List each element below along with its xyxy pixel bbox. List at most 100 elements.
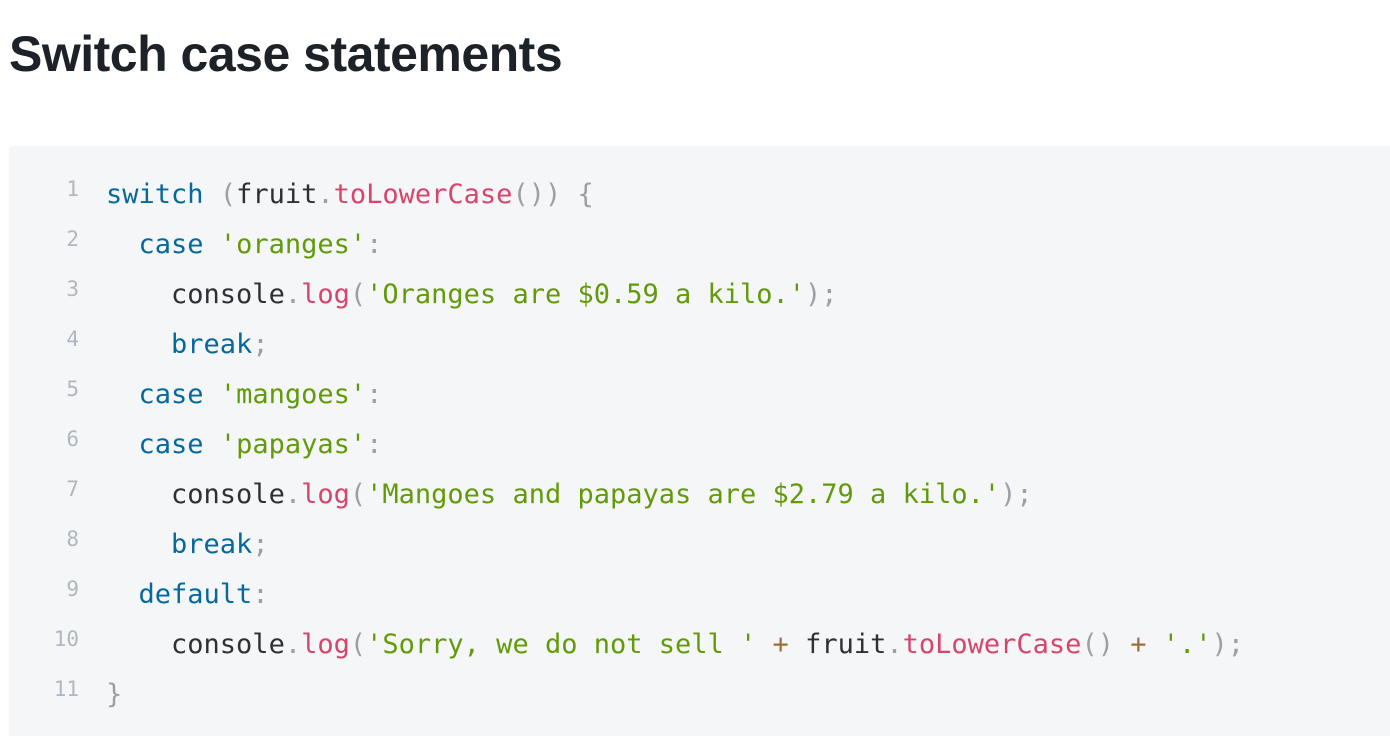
line-code: case 'oranges': [106, 220, 383, 270]
code-line: 1 switch (fruit.toLowerCase()) { [9, 170, 1390, 220]
code-token-punct: : [366, 429, 383, 460]
code-token-func: log [301, 479, 350, 510]
line-code: console.log('Sorry, we do not sell ' + f… [106, 620, 1244, 670]
code-token-keyword: case [138, 229, 204, 260]
line-number: 10 [53, 627, 79, 651]
code-token-punct: ( [349, 629, 367, 660]
line-number: 3 [66, 277, 79, 301]
line-number: 1 [66, 177, 79, 201]
line-number: 2 [66, 227, 79, 251]
code-token-string: 'oranges' [219, 229, 367, 260]
code-token-punct: : [252, 579, 269, 610]
code-token-plain: console [171, 629, 285, 660]
page-title: Switch case statements [9, 26, 563, 82]
code-token-string: 'papayas' [219, 429, 367, 460]
code-line: 2 case 'oranges': [9, 220, 1390, 270]
line-code: switch (fruit.toLowerCase()) { [106, 170, 594, 220]
code-line: 7 console.log('Mangoes and papayas are $… [9, 470, 1390, 520]
code-token-punct: : [366, 379, 383, 410]
code-token-string: '.' [1162, 629, 1212, 660]
line-code: console.log('Oranges are $0.59 a kilo.')… [106, 270, 838, 320]
code-token-punct: ( [219, 179, 237, 210]
code-token-punct: ; [252, 329, 269, 360]
code-line: 9 default: [9, 570, 1390, 620]
code-token-plain: fruit [236, 179, 318, 210]
code-token-punct: ); [1000, 479, 1033, 510]
code-token-keyword: break [171, 329, 253, 360]
code-token-string: 'mangoes' [219, 379, 367, 410]
code-token-string: 'Oranges are $0.59 a kilo.' [366, 279, 806, 310]
code-token-plain: fruit [788, 629, 887, 660]
line-code: break; [106, 320, 269, 370]
code-token-op: + [772, 629, 789, 660]
line-code: break; [106, 520, 269, 570]
code-line: 3 console.log('Oranges are $0.59 a kilo.… [9, 270, 1390, 320]
line-code: case 'papayas': [106, 420, 383, 470]
line-code: default: [106, 570, 269, 620]
code-token-plain: console [171, 279, 285, 310]
code-token-punct: ( [349, 279, 367, 310]
line-code: console.log('Mangoes and papayas are $2.… [106, 470, 1033, 520]
line-number: 5 [66, 377, 79, 401]
code-token-punct: . [317, 179, 334, 210]
code-block[interactable]: 1 switch (fruit.toLowerCase()) {2 case 'o… [9, 146, 1390, 736]
code-token-punct: : [366, 229, 383, 260]
code-token-keyword: case [138, 429, 204, 460]
code-token-punct: () [1081, 629, 1114, 660]
code-line: 10 console.log('Sorry, we do not sell ' … [9, 620, 1390, 670]
code-token-plain: console [171, 479, 285, 510]
code-token-func: toLowerCase [902, 629, 1082, 660]
line-number: 8 [66, 527, 79, 551]
code-token-punct: ; [252, 529, 269, 560]
code-token-func: log [301, 629, 350, 660]
code-token-punct: . [284, 279, 302, 310]
code-line: 6 case 'papayas': [9, 420, 1390, 470]
code-token-keyword: switch [106, 179, 204, 210]
line-number: 7 [66, 477, 79, 501]
code-token-punct: ()) [512, 179, 562, 210]
code-line: 4 break; [9, 320, 1390, 370]
code-token-punct: ); [805, 279, 838, 310]
code-token-punct: . [886, 629, 903, 660]
code-line: 11} [9, 670, 1390, 720]
line-code: } [106, 670, 122, 720]
code-line: 8 break; [9, 520, 1390, 570]
line-code: case 'mangoes': [106, 370, 383, 420]
line-number: 9 [66, 577, 79, 601]
code-token-string: 'Sorry, we do not sell ' [366, 629, 757, 660]
line-number: 4 [66, 327, 79, 351]
code-token-punct: { [577, 179, 594, 210]
code-line: 5 case 'mangoes': [9, 370, 1390, 420]
code-token-punct: ( [349, 479, 367, 510]
line-number: 11 [53, 677, 79, 701]
code-token-punct: . [284, 479, 302, 510]
code-token-func: toLowerCase [333, 179, 513, 210]
code-token-op: + [1130, 629, 1147, 660]
line-number: 6 [66, 427, 79, 451]
code-token-keyword: case [138, 379, 204, 410]
code-token-func: log [301, 279, 350, 310]
code-token-keyword: default [138, 579, 253, 610]
code-token-string: 'Mangoes and papayas are $2.79 a kilo.' [366, 479, 1001, 510]
code-token-keyword: break [171, 529, 253, 560]
code-token-punct: ); [1211, 629, 1245, 660]
code-token-punct: } [106, 679, 123, 710]
code-token-punct: . [284, 629, 302, 660]
